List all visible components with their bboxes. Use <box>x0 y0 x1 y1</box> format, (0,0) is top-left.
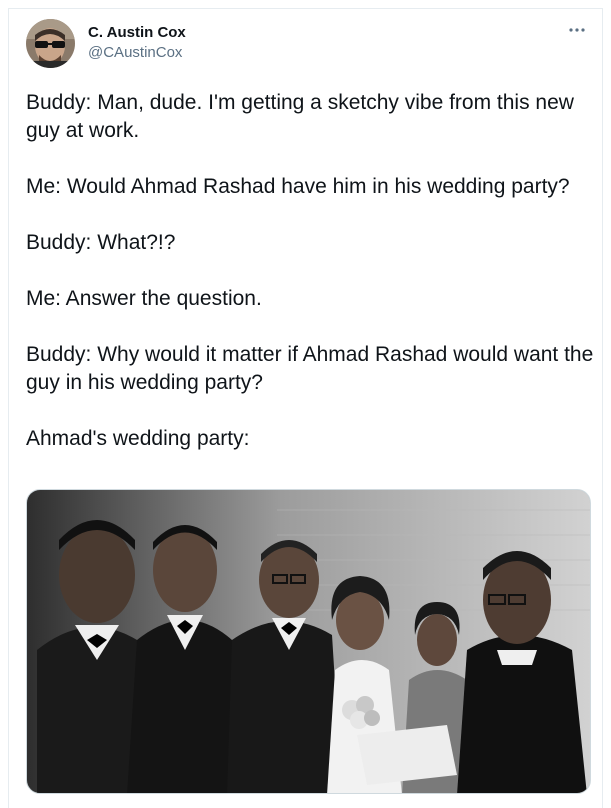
author-name[interactable]: C. Austin Cox <box>88 24 186 41</box>
more-options-button[interactable] <box>566 21 588 39</box>
wedding-party-photo <box>27 490 590 793</box>
tweet-line: Me: Would Ahmad Rashad have him in his w… <box>26 175 570 198</box>
tweet-text: Buddy: Man, dude. I'm getting a sketchy … <box>26 89 596 453</box>
tweet-line: Me: Answer the question. <box>26 287 262 310</box>
avatar-image <box>26 19 75 68</box>
more-horizontal-icon <box>569 28 585 32</box>
document <box>357 725 457 785</box>
tweet-card[interactable]: C. Austin Cox @CAustinCox Buddy: Man, du… <box>8 8 603 808</box>
tweet-line: Buddy: What?!? <box>26 231 176 254</box>
avatar[interactable] <box>26 19 75 68</box>
tweet-photo[interactable] <box>26 489 591 794</box>
tweet-line: Ahmad's wedding party: <box>26 427 250 450</box>
tweet-line: Buddy: Man, dude. I'm getting a sketchy … <box>26 91 574 142</box>
tweet-line: Buddy: Why would it matter if Ahmad Rash… <box>26 343 594 394</box>
author-handle[interactable]: @CAustinCox <box>88 44 182 61</box>
